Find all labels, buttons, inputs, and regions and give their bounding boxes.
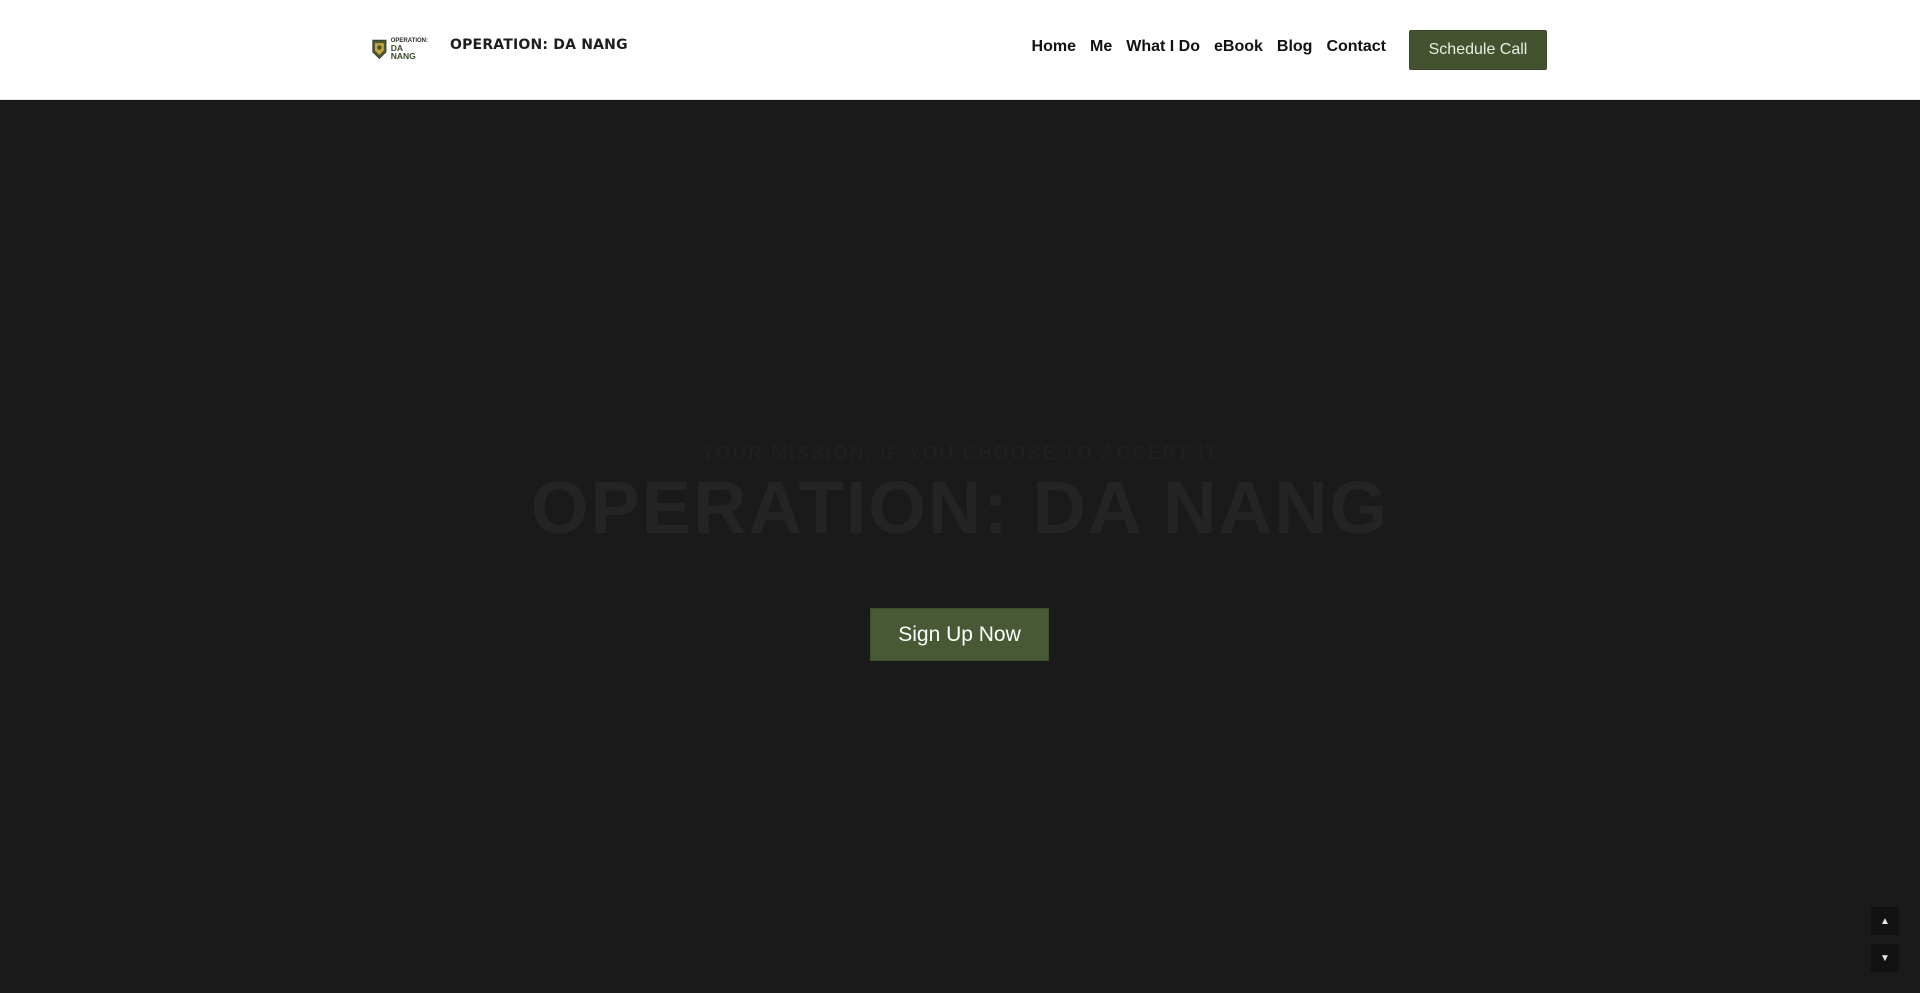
brand-logo[interactable]: OPERATION: DA NANG	[372, 35, 428, 63]
schedule-call-button[interactable]: Schedule Call	[1409, 30, 1547, 70]
nav-item-blog[interactable]: Blog	[1277, 38, 1313, 56]
main-nav: Home Me What I Do eBook Blog Contact	[1032, 38, 1386, 56]
logo-wordmark-bottom: DA NANG	[390, 42, 416, 61]
scroll-up-button[interactable]: ▲	[1871, 907, 1899, 935]
scroll-down-button[interactable]: ▼	[1871, 944, 1899, 972]
logo-wordmark: OPERATION: DA NANG	[391, 38, 428, 61]
nav-item-me[interactable]: Me	[1090, 38, 1112, 56]
nav-item-home[interactable]: Home	[1032, 38, 1076, 56]
nav-item-contact[interactable]: Contact	[1326, 38, 1386, 56]
hero-kicker: YOUR MISSION, IF YOU CHOOSE TO ACCEPT IT	[701, 443, 1219, 464]
hero-headline: OPERATION: DA NANG	[530, 466, 1390, 549]
triangle-up-icon: ▲	[1880, 915, 1890, 927]
triangle-down-icon: ▼	[1880, 952, 1890, 964]
sign-up-button[interactable]: Sign Up Now	[870, 608, 1049, 661]
site-header: OPERATION: DA NANG OPERATION: DA NANG Ho…	[0, 0, 1920, 100]
nav-item-ebook[interactable]: eBook	[1214, 38, 1263, 56]
shield-logo-icon	[372, 39, 387, 60]
nav-item-what-i-do[interactable]: What I Do	[1126, 38, 1200, 56]
hero-section: YOUR MISSION, IF YOU CHOOSE TO ACCEPT IT…	[0, 101, 1920, 993]
brand-name[interactable]: OPERATION: DA NANG	[450, 37, 628, 53]
